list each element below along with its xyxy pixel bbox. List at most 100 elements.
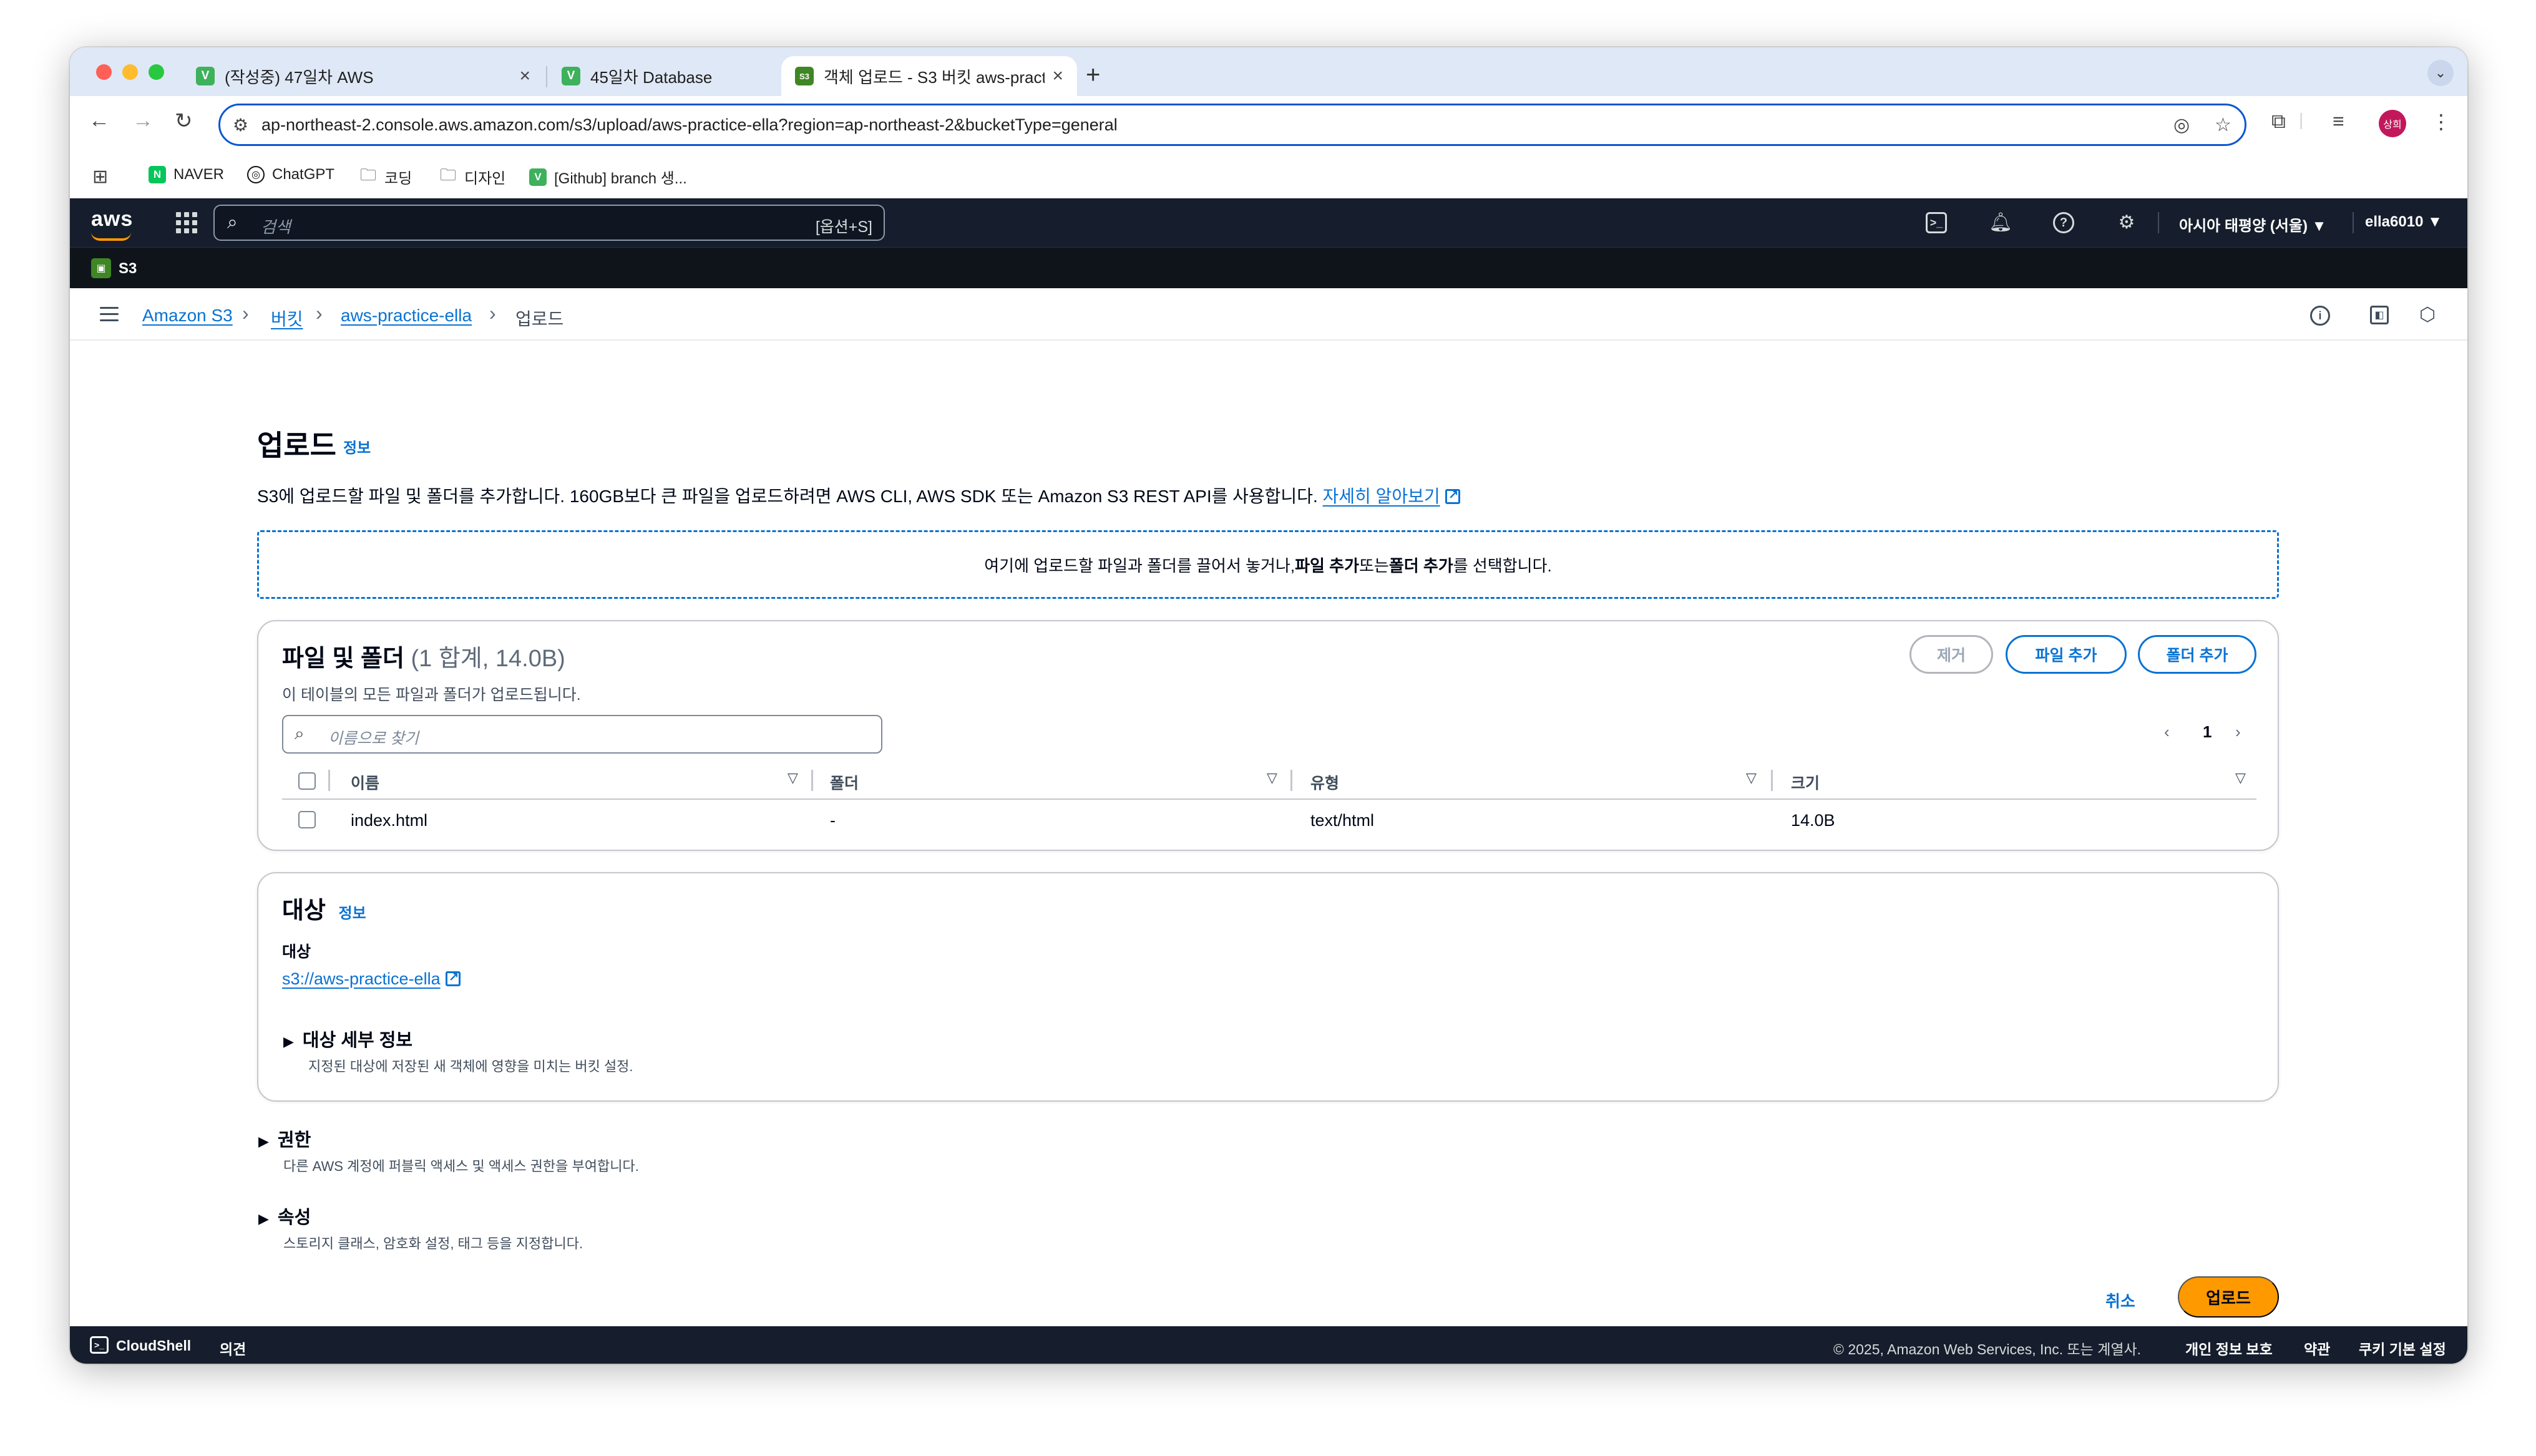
- sort-caret-icon[interactable]: ▽: [788, 770, 798, 786]
- destination-title-text: 대상: [282, 898, 326, 924]
- column-header-size[interactable]: 크기: [1791, 771, 1820, 794]
- learn-more-link[interactable]: 자세히 알아보기: [1323, 487, 1440, 506]
- notifications-bell-icon[interactable]: 🔔︎: [1988, 210, 2013, 235]
- destination-link-text[interactable]: s3://aws-practice-ella: [282, 969, 441, 988]
- caret-right-icon: ▶: [258, 1133, 269, 1149]
- aws-top-nav: aws ⌕ 검색 [옵션+S] >_ 🔔︎ ? ⚙ 아시아 태평양 (서울) ▼…: [70, 198, 2467, 247]
- reload-icon[interactable]: ↻: [175, 109, 193, 133]
- page-title: 업로드: [257, 429, 336, 462]
- privacy-link[interactable]: 개인 정보 보호: [2185, 1337, 2273, 1359]
- notifications-hexagon-icon[interactable]: ⬡: [2416, 303, 2439, 326]
- breadcrumb-bucket-name[interactable]: aws-practice-ella: [341, 306, 472, 326]
- select-all-checkbox[interactable]: [298, 772, 316, 790]
- bookmark-github-branch[interactable]: V [Github] branch 생...: [529, 166, 687, 188]
- column-divider: [811, 770, 813, 791]
- cloudshell-icon[interactable]: >_: [90, 1336, 109, 1354]
- cancel-button[interactable]: 취소: [2105, 1289, 2135, 1312]
- destination-panel: 대상 정보 대상 s3://aws-practice-ella ▶ 대상 세부 정…: [257, 872, 2279, 1102]
- forward-arrow-icon[interactable]: →: [132, 109, 154, 133]
- permissions-expander[interactable]: ▶ 권한 다른 AWS 계정에 퍼블릭 액세스 및 액세스 권한을 부여합니다.: [258, 1125, 639, 1175]
- tab-close-icon[interactable]: ×: [1052, 66, 1063, 87]
- aws-logo-text: aws: [91, 207, 134, 231]
- reading-list-icon[interactable]: ≡: [2333, 110, 2344, 133]
- column-header-type[interactable]: 유형: [1310, 771, 1339, 794]
- pagination-prev-icon[interactable]: ‹: [2164, 722, 2170, 742]
- console-footer: >_ CloudShell 의견 © 2025, Amazon Web Serv…: [70, 1326, 2467, 1364]
- add-folder-button[interactable]: 폴더 추가: [2138, 635, 2256, 674]
- info-panel-icon[interactable]: i: [2310, 306, 2330, 326]
- services-grid-icon[interactable]: [176, 212, 197, 233]
- add-files-button[interactable]: 파일 추가: [2006, 635, 2127, 674]
- chevron-right-icon: ›: [316, 302, 323, 324]
- breadcrumb-buckets[interactable]: 버킷: [271, 306, 303, 331]
- upload-button[interactable]: 업로드: [2178, 1276, 2279, 1318]
- eye-off-icon[interactable]: ◎: [2173, 114, 2190, 136]
- folder-icon: 🗀: [439, 165, 457, 186]
- url-text[interactable]: ap-northeast-2.console.aws.amazon.com/s3…: [261, 115, 1118, 135]
- description-text: S3에 업로드할 파일 및 폴더를 추가합니다. 160GB보다 큰 파일을 업…: [257, 487, 1318, 506]
- table-row[interactable]: index.html - text/html 14.0B: [282, 800, 2256, 840]
- sort-caret-icon[interactable]: ▽: [1746, 770, 1757, 786]
- properties-expander[interactable]: ▶ 속성 스토리지 클래스, 암호화 설정, 태그 등을 지정합니다.: [258, 1203, 583, 1253]
- cell-size: 14.0B: [1791, 811, 1835, 830]
- cloudshell-icon[interactable]: >_: [1926, 212, 1947, 233]
- tab-divider: [546, 66, 547, 87]
- apps-grid-icon[interactable]: ⊞: [92, 166, 108, 188]
- browser-toolbar: ← → ↻ ⚙ ap-northeast-2.console.aws.amazo…: [70, 96, 2467, 155]
- tab-search-chevron-icon[interactable]: ⌄: [2427, 60, 2454, 86]
- s3-service-link[interactable]: S3: [119, 260, 137, 278]
- region-selector[interactable]: 아시아 태평양 (서울) ▼: [2179, 213, 2326, 235]
- destination-details-expander[interactable]: ▶ 대상 세부 정보 지정된 대상에 저장된 새 객체에 영향을 미치는 버킷 설…: [283, 1026, 633, 1075]
- tab-close-icon[interactable]: ×: [519, 66, 530, 87]
- help-icon[interactable]: ?: [2053, 212, 2074, 233]
- aws-logo[interactable]: aws: [91, 207, 134, 241]
- bookmark-star-icon[interactable]: ☆: [2215, 114, 2231, 136]
- bookmark-folder-coding[interactable]: 🗀 코딩: [359, 165, 412, 188]
- maximize-window-button[interactable]: [149, 64, 164, 80]
- pagination-page[interactable]: 1: [2203, 722, 2212, 742]
- column-header-name[interactable]: 이름: [351, 771, 379, 794]
- cookie-preferences-link[interactable]: 쿠키 기본 설정: [2359, 1337, 2446, 1359]
- bookmark-folder-design[interactable]: 🗀 디자인: [439, 165, 505, 188]
- back-arrow-icon[interactable]: ←: [89, 109, 110, 133]
- new-tab-icon[interactable]: +: [1086, 61, 1100, 89]
- remove-button[interactable]: 제거: [1909, 635, 1993, 674]
- profile-avatar[interactable]: 상희: [2379, 110, 2406, 137]
- destination-link[interactable]: s3://aws-practice-ella: [282, 969, 461, 989]
- bookmark-chatgpt[interactable]: ◎ ChatGPT: [247, 166, 334, 183]
- side-panel-icon[interactable]: ◧: [2370, 306, 2389, 324]
- more-menu-icon[interactable]: ⋮: [2431, 110, 2451, 133]
- file-dropzone[interactable]: 여기에 업로드할 파일과 폴더를 끌어서 놓거나, 파일 추가 또는 폴더 추가…: [257, 530, 2279, 599]
- permissions-title[interactable]: 권한: [278, 1130, 311, 1150]
- hamburger-menu-icon[interactable]: [100, 307, 119, 326]
- feedback-link[interactable]: 의견: [220, 1337, 246, 1359]
- tab-s3-upload[interactable]: S3 객체 업로드 - S3 버킷 aws-practice-ella ×: [781, 56, 1077, 96]
- tab-strip: V (작성중) 47일차 AWS × V 45일차 Database × S3 …: [70, 47, 2467, 96]
- sort-caret-icon[interactable]: ▽: [1267, 770, 1277, 786]
- tab-title: (작성중) 47일차 AWS: [225, 67, 374, 87]
- account-menu[interactable]: ella6010 ▼: [2365, 213, 2442, 231]
- aws-search-input[interactable]: ⌕ 검색 [옵션+S]: [213, 205, 885, 241]
- destination-info-link[interactable]: 정보: [338, 905, 366, 922]
- tab-aws-notes[interactable]: V (작성중) 47일차 AWS ×: [182, 56, 544, 96]
- destination-panel-title: 대상 정보: [282, 891, 366, 925]
- column-header-folder[interactable]: 폴더: [830, 771, 859, 794]
- minimize-window-button[interactable]: [122, 64, 138, 80]
- site-settings-icon[interactable]: ⚙: [233, 115, 248, 135]
- address-bar[interactable]: ⚙ ap-northeast-2.console.aws.amazon.com/…: [218, 104, 2246, 146]
- breadcrumb-amazon-s3[interactable]: Amazon S3: [142, 306, 233, 326]
- page-info-link[interactable]: 정보: [343, 435, 371, 457]
- settings-gear-icon[interactable]: ⚙: [2114, 210, 2139, 235]
- extensions-puzzle-icon[interactable]: ⧉: [2271, 110, 2286, 133]
- bookmark-naver[interactable]: N NAVER: [149, 166, 224, 183]
- terms-link[interactable]: 약관: [2304, 1337, 2330, 1359]
- close-window-button[interactable]: [96, 64, 112, 80]
- find-by-name-input[interactable]: ⌕ 이름으로 찾기: [282, 715, 882, 754]
- cloudshell-link[interactable]: CloudShell: [116, 1337, 191, 1354]
- properties-title[interactable]: 속성: [278, 1208, 311, 1228]
- pagination-next-icon[interactable]: ›: [2235, 722, 2241, 742]
- sort-caret-icon[interactable]: ▽: [2235, 770, 2246, 786]
- row-checkbox[interactable]: [298, 811, 316, 828]
- s3-service-icon[interactable]: ▣: [91, 258, 111, 278]
- destination-details-title[interactable]: 대상 세부 정보: [303, 1031, 412, 1051]
